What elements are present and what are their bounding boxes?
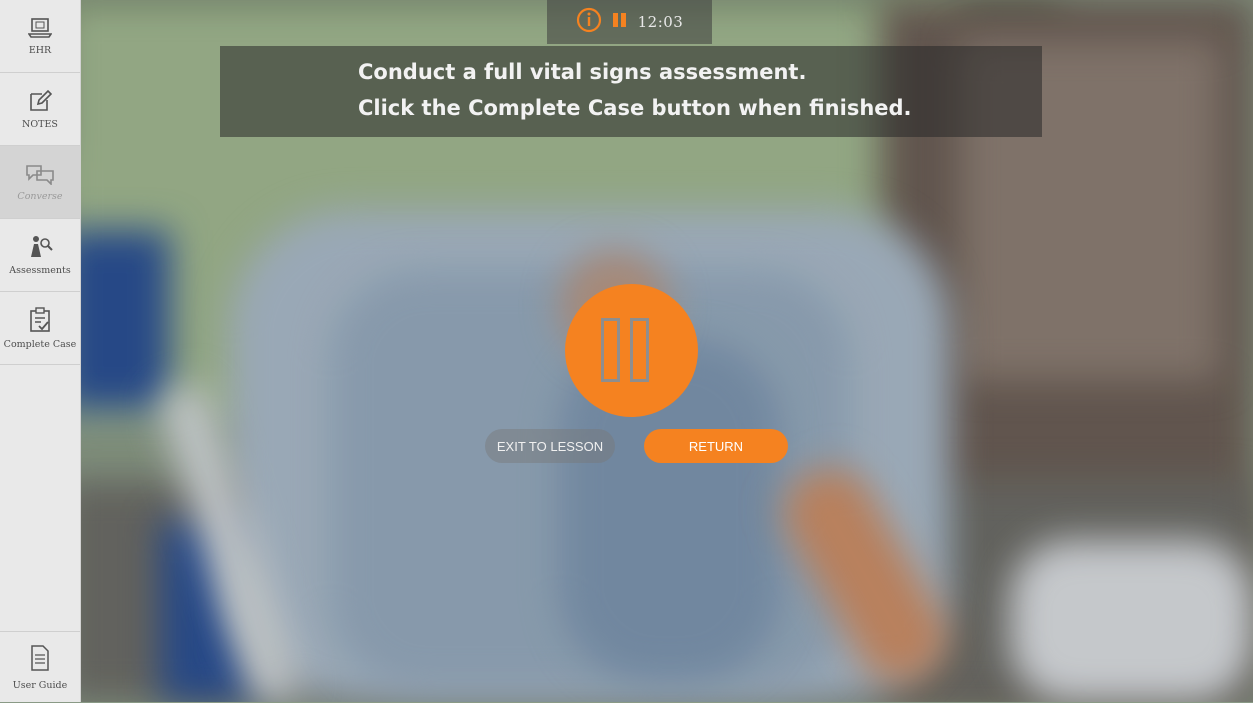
info-icon[interactable]	[576, 7, 602, 37]
sidebar-item-converse: Converse	[0, 146, 80, 219]
document-icon	[30, 644, 50, 675]
sidebar-item-label: EHR	[28, 44, 52, 56]
sidebar-item-notes[interactable]: NOTES	[0, 73, 80, 146]
instruction-line-2: Click the Complete Case button when fini…	[358, 96, 912, 120]
instruction-line-1: Conduct a full vital signs assessment.	[358, 60, 807, 84]
person-search-icon	[27, 235, 53, 259]
status-bar: 12:03	[547, 0, 712, 44]
sidebar-item-complete-case[interactable]: Complete Case	[0, 292, 80, 365]
pause-icon[interactable]	[612, 11, 628, 33]
notepad-pencil-icon	[28, 89, 52, 113]
pause-bar-left	[601, 318, 620, 382]
user-guide-label: User Guide	[12, 679, 68, 691]
speech-bubbles-icon	[25, 163, 55, 185]
exit-to-lesson-button[interactable]: EXIT TO LESSON	[485, 429, 615, 463]
clipboard-check-icon	[29, 306, 51, 333]
sidebar-item-assessments[interactable]: Assessments	[0, 219, 80, 292]
sidebar-item-label: NOTES	[22, 118, 58, 130]
pause-bar-right	[630, 318, 649, 382]
laptop-icon	[28, 17, 52, 39]
return-button[interactable]: RETURN	[644, 429, 788, 463]
sidebar-item-label: Complete Case	[3, 338, 77, 350]
session-timer: 12:03	[637, 13, 684, 31]
sidebar-item-label: Converse	[17, 190, 63, 202]
pause-overlay-icon	[565, 284, 698, 417]
sidebar-item-ehr[interactable]: EHR	[0, 0, 80, 73]
left-sidebar: EHR NOTES Converse Assessments Complete …	[0, 0, 81, 702]
instruction-banner: Conduct a full vital signs assessment. C…	[220, 46, 1042, 137]
user-guide-button[interactable]: User Guide	[0, 631, 80, 703]
sidebar-item-label: Assessments	[9, 264, 71, 276]
